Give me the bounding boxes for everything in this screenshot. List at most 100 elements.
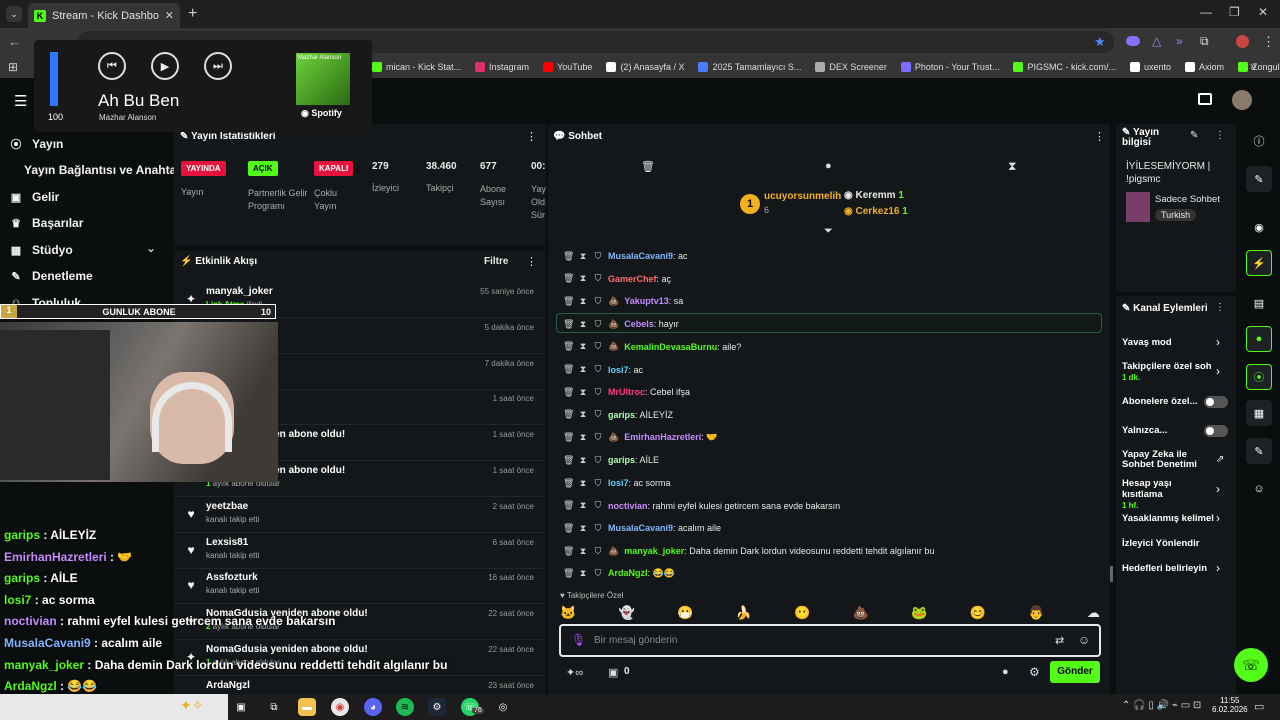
- more-options-icon[interactable]: ⋮: [526, 130, 537, 143]
- chat-username[interactable]: EmirhanHazretleri: [624, 432, 701, 442]
- tab-search-button[interactable]: ⌄: [6, 6, 22, 22]
- chat-bubble-icon[interactable]: ●: [825, 160, 832, 172]
- category-name[interactable]: Sadece Sohbet: [1155, 194, 1220, 205]
- only-mode-toggle[interactable]: [1204, 425, 1228, 437]
- wrench-icon[interactable]: ✎: [1246, 438, 1272, 464]
- emote-cloud-icon[interactable]: ☁: [1087, 605, 1100, 621]
- minimize-icon[interactable]: —: [1200, 5, 1212, 19]
- trash-icon[interactable]: 🗑: [563, 568, 574, 579]
- file-manager-icon[interactable]: ⧉: [265, 698, 283, 716]
- browser-tab[interactable]: K Stream - Kick Dashboard ✕: [28, 3, 180, 28]
- send-button[interactable]: Gönder: [1050, 661, 1100, 683]
- bookmark-item[interactable]: mican - Kick Stat...: [372, 62, 461, 72]
- gift-infinity-icon[interactable]: ✦∞: [566, 666, 583, 679]
- chevron-down-icon[interactable]: ⌄: [146, 241, 156, 255]
- close-window-icon[interactable]: ✕: [1258, 5, 1268, 19]
- bookmark-item[interactable]: DEX Screener: [815, 62, 887, 72]
- system-tray-icons[interactable]: ⌃ 🎧 ▯ 🔊 ⌁ ▭ ⊡: [1122, 700, 1201, 711]
- sidebar-item-studyo[interactable]: ▦ Stüdyo: [10, 243, 73, 257]
- browser-menu-icon[interactable]: ⋮: [1262, 34, 1275, 50]
- hourglass-icon[interactable]: ⧗: [1008, 159, 1016, 174]
- chat-username[interactable]: Cebels: [624, 319, 654, 329]
- chat-username[interactable]: noctivian: [608, 501, 648, 511]
- timeout-icon[interactable]: ⧗: [578, 432, 588, 443]
- bookmark-item[interactable]: 2025 Tamamlayıcı S...: [698, 62, 801, 72]
- next-track-button[interactable]: ⏭: [204, 52, 232, 80]
- timeout-icon[interactable]: ⧗: [578, 273, 588, 284]
- clock[interactable]: 11:55 6.02.2026: [1212, 696, 1248, 714]
- play-button[interactable]: ▶: [151, 52, 179, 80]
- external-link-icon[interactable]: ⇗: [1216, 454, 1224, 465]
- gifter-name[interactable]: ◉ Cerkez16 1: [844, 206, 908, 217]
- camera-icon[interactable]: ◉: [1246, 214, 1272, 240]
- extension-icon[interactable]: [1126, 36, 1140, 46]
- top-gifter-name[interactable]: ucuyorsunmelih: [764, 191, 841, 202]
- emote-smile-icon[interactable]: 😊: [970, 605, 986, 621]
- sidebar-item-stream-key[interactable]: Yayın Bağlantısı ve Anahtarı: [24, 163, 184, 177]
- sidebar-item-denetleme[interactable]: ✎ Denetleme: [10, 269, 92, 283]
- chat-username[interactable]: Yakuptv13: [624, 296, 669, 306]
- chat-bubble-icon[interactable]: ●: [1002, 666, 1009, 678]
- timeout-icon[interactable]: ⧗: [578, 296, 588, 307]
- emote-poop-icon[interactable]: 💩: [853, 605, 869, 621]
- timeout-icon[interactable]: ⧗: [578, 319, 588, 330]
- bookmark-item[interactable]: Axiom: [1185, 62, 1224, 72]
- trash-icon[interactable]: 🗑: [563, 546, 574, 557]
- steam-icon[interactable]: ⚙: [428, 698, 446, 716]
- ai-moderation-action[interactable]: Yapay Zeka ile Sohbet Denetimi: [1122, 450, 1202, 470]
- user-avatar[interactable]: [1232, 90, 1252, 110]
- timeout-icon[interactable]: ⧗: [578, 500, 588, 511]
- chat-username[interactable]: MusalaCavani9: [608, 251, 673, 261]
- translate-icon[interactable]: ⇄: [1055, 634, 1064, 647]
- sparkle-widget-icon[interactable]: ✦✧: [180, 697, 203, 714]
- trash-icon[interactable]: 🗑: [563, 319, 574, 330]
- redirect-viewers-action[interactable]: İzleyici Yönlendir: [1122, 538, 1199, 549]
- maximize-icon[interactable]: ❐: [1229, 5, 1240, 19]
- community-icon[interactable]: ☺: [1246, 476, 1272, 502]
- emote-face-icon[interactable]: 😶: [794, 605, 810, 621]
- volume-slider[interactable]: [50, 52, 58, 106]
- trash-icon[interactable]: 🗑: [563, 273, 574, 284]
- filter-button[interactable]: Filtre: [484, 256, 508, 267]
- chat-username[interactable]: KemalinDevasaBurnu: [624, 342, 717, 352]
- bookmark-item[interactable]: Photon - Your Trust...: [900, 62, 999, 72]
- gifter-name[interactable]: ◉ Keremm 1: [844, 190, 904, 201]
- folder-icon[interactable]: ▬: [298, 698, 316, 716]
- chevron-right-icon[interactable]: ›: [1216, 561, 1220, 575]
- document-icon[interactable]: ▤: [1246, 290, 1272, 316]
- bookmark-item[interactable]: PIGSMC - kick.com/...: [1013, 62, 1116, 72]
- extensions-puzzle-icon[interactable]: ⧉: [1200, 34, 1209, 49]
- bookmark-star-icon[interactable]: ★: [1094, 34, 1106, 50]
- profile-avatar-icon[interactable]: [1236, 35, 1249, 48]
- more-options-icon[interactable]: ⋮: [1215, 302, 1225, 313]
- shield-icon[interactable]: ⛉: [593, 432, 603, 443]
- chevron-right-icon[interactable]: ›: [1216, 364, 1220, 378]
- shield-icon[interactable]: ⛉: [593, 251, 603, 262]
- followers-only-action[interactable]: Takipçilere özel soh 1 dk.: [1122, 361, 1212, 383]
- emote-ghost-icon[interactable]: 👻: [619, 605, 635, 621]
- timeout-icon[interactable]: ⧗: [578, 478, 588, 489]
- chat-username[interactable]: MusalaCavani9: [608, 523, 673, 533]
- emoji-picker-icon[interactable]: ☺: [1078, 633, 1090, 647]
- shield-icon[interactable]: ⛉: [593, 296, 603, 307]
- hamburger-menu-icon[interactable]: ☰: [14, 92, 27, 110]
- shield-icon[interactable]: ⛉: [593, 546, 603, 557]
- spotify-icon[interactable]: ≋: [396, 698, 414, 716]
- chevron-right-icon[interactable]: ›: [1216, 511, 1220, 525]
- gift-box-icon[interactable]: ▣: [608, 666, 618, 679]
- trash-icon[interactable]: 🗑: [563, 409, 574, 420]
- chrome-icon[interactable]: ◉: [331, 698, 349, 716]
- emote-frog-icon[interactable]: 🐸: [911, 605, 927, 621]
- shield-icon[interactable]: ⛉: [593, 387, 603, 398]
- trash-icon[interactable]: 🗑: [563, 296, 574, 307]
- timeout-icon[interactable]: ⧗: [578, 568, 588, 579]
- shield-icon[interactable]: ⛉: [593, 500, 603, 511]
- sidebar-item-basarilar[interactable]: ♛ Başarılar: [10, 216, 83, 230]
- chat-username[interactable]: MrUltroc: [608, 387, 645, 397]
- shield-icon[interactable]: ⛉: [593, 341, 603, 352]
- bookmark-item[interactable]: Instagram: [475, 62, 529, 72]
- timeout-icon[interactable]: ⧗: [578, 364, 588, 375]
- timeout-icon[interactable]: ⧗: [578, 455, 588, 466]
- chat-username[interactable]: losi7: [608, 478, 629, 488]
- chat-username[interactable]: GamerChef: [608, 274, 657, 284]
